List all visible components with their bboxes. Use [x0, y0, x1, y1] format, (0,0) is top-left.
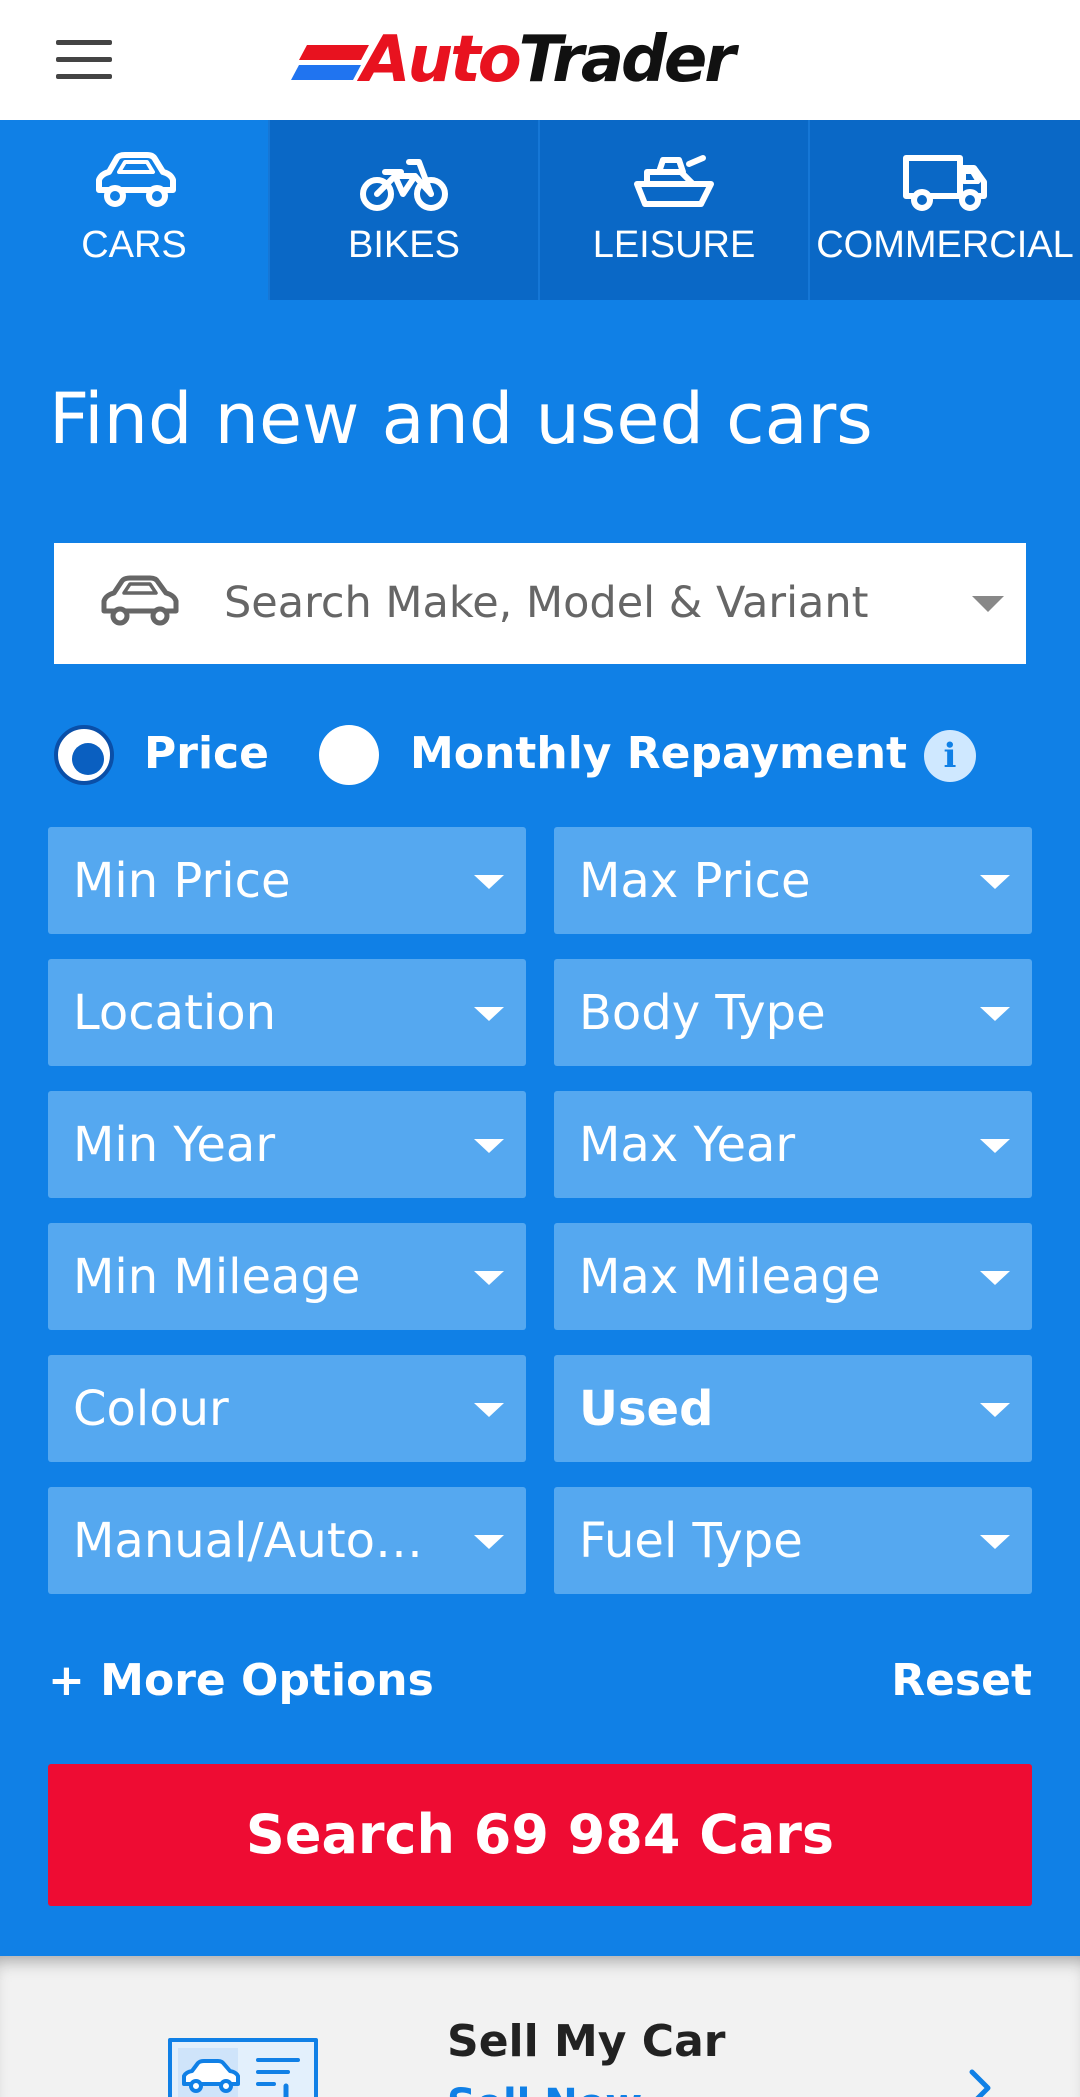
car-icon	[101, 575, 179, 626]
search-cars-button[interactable]: Search 69 984 Cars	[48, 1764, 1032, 1906]
max-mileage-select[interactable]: Max Mileage	[554, 1223, 1032, 1330]
van-icon	[903, 155, 987, 211]
logo-text-auto: Auto	[361, 23, 522, 97]
header: AutoTrader	[0, 0, 1080, 120]
min-price-select[interactable]: Min Price	[48, 827, 526, 934]
chevron-right-icon	[969, 2069, 991, 2097]
chevron-down-icon	[980, 1271, 1010, 1285]
page-title: Find new and used cars	[49, 378, 873, 460]
price-mode-radio-group: Price Monthly Repayment i	[52, 724, 1042, 788]
body-type-select[interactable]: Body Type	[554, 959, 1032, 1066]
boat-icon	[634, 155, 714, 207]
sell-car-listing-icon	[168, 2038, 318, 2097]
logo-mark-icon	[291, 35, 369, 85]
chevron-down-icon	[980, 1535, 1010, 1549]
chevron-down-icon[interactable]	[972, 596, 1004, 612]
tab-leisure[interactable]: LEISURE	[540, 120, 810, 300]
tab-bikes[interactable]: BIKES	[270, 120, 540, 300]
bike-icon	[360, 159, 448, 211]
sell-my-car-title: Sell My Car	[447, 2016, 726, 2067]
hamburger-menu-icon[interactable]	[48, 32, 120, 88]
car-icon	[96, 152, 176, 207]
price-radio-label[interactable]: Price	[144, 728, 269, 779]
logo-text-trader: Trader	[518, 23, 736, 97]
vehicle-type-tabs: CARS BIKES LEISURE COMMERCIAL	[0, 120, 1080, 300]
monthly-repayment-radio-label[interactable]: Monthly Repayment	[410, 728, 907, 779]
chevron-down-icon	[474, 1139, 504, 1153]
monthly-repayment-radio[interactable]	[319, 725, 379, 785]
search-input[interactable]	[224, 573, 944, 633]
transmission-select[interactable]: Manual/Automatic	[48, 1487, 526, 1594]
make-model-search[interactable]	[54, 543, 1026, 664]
chevron-down-icon	[980, 1007, 1010, 1021]
chevron-down-icon	[980, 1139, 1010, 1153]
filter-grid: Min Price Max Price Location Body Type M…	[48, 827, 1032, 1594]
chevron-down-icon	[474, 1535, 504, 1549]
chevron-down-icon	[980, 1403, 1010, 1417]
max-price-select[interactable]: Max Price	[554, 827, 1032, 934]
chevron-down-icon	[474, 875, 504, 889]
autotrader-logo[interactable]: AutoTrader	[291, 18, 736, 102]
tab-cars-label: CARS	[81, 224, 187, 266]
location-select[interactable]: Location	[48, 959, 526, 1066]
chevron-down-icon	[474, 1403, 504, 1417]
more-options-link[interactable]: + More Options	[48, 1655, 434, 1706]
sell-now-link[interactable]: Sell Now	[447, 2081, 642, 2097]
chevron-down-icon	[980, 875, 1010, 889]
info-icon[interactable]: i	[924, 730, 976, 782]
min-year-select[interactable]: Min Year	[48, 1091, 526, 1198]
price-radio[interactable]	[54, 725, 114, 785]
tab-commercial-label: COMMERCIAL	[816, 224, 1074, 266]
min-mileage-select[interactable]: Min Mileage	[48, 1223, 526, 1330]
max-year-select[interactable]: Max Year	[554, 1091, 1032, 1198]
reset-link[interactable]: Reset	[891, 1655, 1032, 1706]
tab-leisure-label: LEISURE	[592, 224, 756, 266]
fuel-type-select[interactable]: Fuel Type	[554, 1487, 1032, 1594]
tab-commercial[interactable]: COMMERCIAL	[810, 120, 1080, 300]
sell-my-car-card[interactable]: Sell My Car Sell Now	[0, 1956, 1080, 2097]
condition-select[interactable]: Used	[554, 1355, 1032, 1462]
chevron-down-icon	[474, 1271, 504, 1285]
colour-select[interactable]: Colour	[48, 1355, 526, 1462]
chevron-down-icon	[474, 1007, 504, 1021]
tab-cars[interactable]: CARS	[0, 120, 270, 300]
tab-bikes-label: BIKES	[348, 224, 460, 266]
